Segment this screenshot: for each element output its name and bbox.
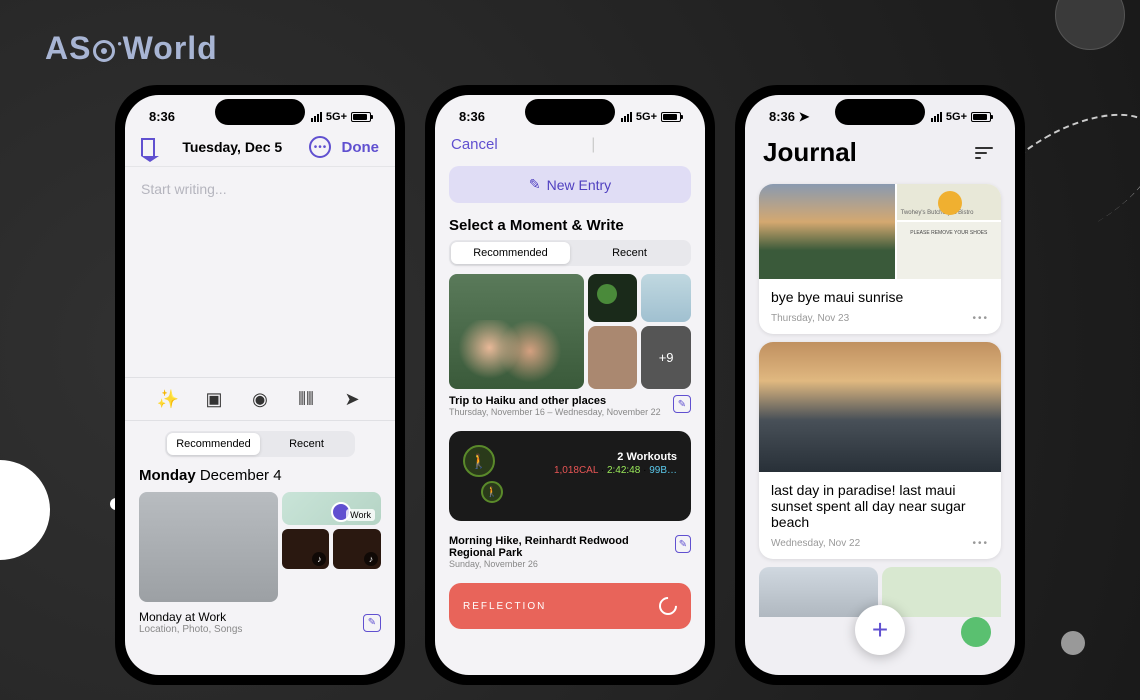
compose-icon[interactable]: ✎ — [673, 395, 691, 413]
map-thumbnail[interactable] — [882, 567, 1001, 617]
more-icon[interactable]: ••• — [309, 136, 331, 158]
photo-thumbnail[interactable] — [139, 492, 278, 602]
phone-mockup-2: 8:36 5G+ Cancel | ✎ New Entry Select a M… — [425, 85, 715, 685]
hiking-icon: 🚶 — [481, 481, 503, 503]
add-entry-fab[interactable]: + — [855, 605, 905, 655]
moment-title: Monday at Work — [139, 610, 242, 624]
map-label: Work — [346, 509, 375, 521]
photo-thumbnail: PLEASE REMOVE YOUR SHOES — [897, 222, 1001, 280]
tab-segment[interactable]: Recommended Recent — [449, 240, 691, 266]
entry-more-icon[interactable]: ••• — [972, 313, 989, 324]
photo-thumbnail[interactable] — [759, 567, 878, 617]
music-icon: ♪ — [312, 552, 326, 566]
tab-recommended[interactable]: Recommended — [167, 433, 260, 455]
journal-entry[interactable]: last day in paradise! last maui sunset s… — [759, 342, 1001, 559]
phone-mockup-1: 8:36 5G+ Tuesday, Dec 5 ••• Done Start w… — [115, 85, 405, 685]
map-thumbnail[interactable]: Work — [282, 492, 381, 525]
compose-icon[interactable]: ✎ — [363, 614, 381, 632]
moment-subtitle: Location, Photo, Songs — [139, 624, 242, 635]
entry-more-icon[interactable]: ••• — [972, 538, 989, 549]
photo-icon[interactable]: ▣ — [203, 388, 225, 410]
bookmark-icon[interactable] — [141, 138, 155, 156]
section-heading: Select a Moment & Write — [435, 207, 705, 240]
reflection-card[interactable]: REFLECTION — [449, 583, 691, 629]
tab-recent[interactable]: Recent — [570, 242, 689, 264]
compose-icon: ✎ — [529, 176, 541, 193]
done-button[interactable]: Done — [341, 139, 379, 156]
new-entry-button[interactable]: ✎ New Entry — [449, 166, 691, 203]
status-time: 8:36 — [459, 109, 485, 124]
entry-title: last day in paradise! last maui sunset s… — [759, 472, 1001, 534]
entry-title: bye bye maui sunrise — [759, 279, 1001, 309]
tab-recommended[interactable]: Recommended — [451, 242, 570, 264]
page-title: Journal — [763, 137, 857, 168]
phone-mockup-3: 8:36 ➤ 5G+ Journal Twohey's Butchery & B… — [735, 85, 1025, 685]
editor-textarea[interactable]: Start writing... — [125, 167, 395, 377]
audio-icon[interactable]: ⦀⦀ — [295, 388, 317, 410]
workout-stats: 1,018CAL · 2:42:48 · 99B… — [554, 465, 677, 476]
photo-thumbnail[interactable]: ♪ — [282, 529, 330, 569]
workout-card[interactable]: 🚶 🚶 2 Workouts 1,018CAL · 2:42:48 · 99B… — [449, 431, 691, 521]
photo-thumbnail — [759, 342, 1001, 472]
hiking-icon: 🚶 — [463, 445, 495, 477]
photo-thumbnail[interactable]: ♪ — [333, 529, 381, 569]
decor-circle — [1061, 631, 1085, 655]
reflection-label: REFLECTION — [463, 601, 546, 612]
camera-icon[interactable]: ◉ — [249, 388, 271, 410]
status-time: 8:36 ➤ — [769, 109, 810, 125]
compose-icon[interactable]: ✎ — [675, 535, 691, 553]
more-photos-button[interactable]: +9 — [641, 326, 691, 389]
tab-recent[interactable]: Recent — [260, 433, 353, 455]
trip-dates: Thursday, November 16 – Wednesday, Novem… — [449, 407, 661, 417]
cancel-button[interactable]: Cancel — [451, 136, 498, 154]
photo-thumbnail[interactable] — [449, 274, 584, 389]
location-fab[interactable] — [961, 617, 991, 647]
trip-title: Trip to Haiku and other places — [449, 395, 661, 407]
music-icon: ♪ — [364, 552, 378, 566]
location-icon[interactable]: ➤ — [341, 388, 363, 410]
entry-date: Tuesday, Dec 5 — [182, 139, 282, 155]
brand-logo: AS•World — [45, 30, 218, 67]
hike-title: Morning Hike, Reinhardt Redwood Regional… — [449, 535, 675, 559]
hike-date: Sunday, November 26 — [449, 559, 675, 569]
filter-icon[interactable] — [975, 142, 997, 164]
photo-thumbnail — [759, 184, 895, 279]
refresh-icon[interactable] — [655, 593, 680, 618]
entry-date: Thursday, Nov 23 — [771, 313, 849, 324]
activity-thumbnail[interactable] — [588, 274, 638, 322]
journal-entry[interactable]: Twohey's Butchery & Bistro PLEASE REMOVE… — [759, 184, 1001, 334]
day-heading: Monday December 4 — [139, 467, 381, 484]
map-thumbnail: Twohey's Butchery & Bistro — [897, 184, 1001, 220]
status-time: 8:36 — [149, 109, 175, 124]
map-thumbnail[interactable] — [641, 274, 691, 322]
photo-thumbnail[interactable] — [588, 326, 638, 389]
workout-title: 2 Workouts — [554, 451, 677, 463]
magic-icon[interactable]: ✨ — [157, 388, 179, 410]
tab-segment[interactable]: Recommended Recent — [165, 431, 355, 457]
entry-date: Wednesday, Nov 22 — [771, 538, 860, 549]
